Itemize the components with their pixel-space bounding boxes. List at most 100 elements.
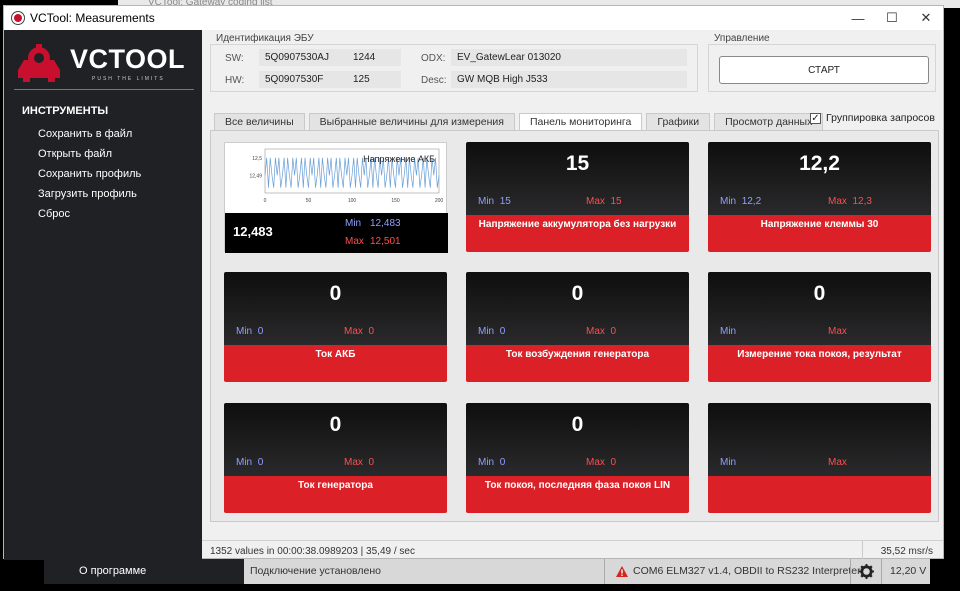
sidebar-divider bbox=[14, 89, 194, 90]
tile-label-bar bbox=[708, 476, 931, 513]
tile-label-bar: Измерение тока покоя, результат bbox=[708, 345, 931, 382]
minimize-button[interactable]: — bbox=[841, 6, 875, 30]
tile-max-label: Max bbox=[586, 326, 605, 337]
tile-name: Ток возбуждения генератора bbox=[505, 349, 650, 360]
logo: VCTOOL PUSH THE LIMITS bbox=[14, 42, 194, 86]
tile-max: Max 0 bbox=[586, 457, 616, 468]
sidebar-item-save-file[interactable]: Сохранить в файл bbox=[38, 128, 132, 140]
gear-icon[interactable] bbox=[859, 564, 874, 579]
tile-min: Min 15 bbox=[478, 196, 511, 207]
sidebar-item-save-profile[interactable]: Сохранить профиль bbox=[38, 168, 141, 180]
dashboard-panel: 0 50 100 150 200 12,5 12,49 Напряжение АКБ 12,4… bbox=[210, 130, 939, 522]
about-button[interactable]: О программе bbox=[44, 559, 244, 584]
tile-label-bar: Ток покоя, последняя фаза покоя LIN bbox=[466, 476, 689, 513]
status-msr-rate: 35,52 msr/s bbox=[880, 546, 933, 557]
desc-label: Desc: bbox=[421, 75, 447, 86]
tile-max-value: 0 bbox=[368, 457, 375, 468]
tile-display: 0 Min 0 Max 0 bbox=[224, 272, 447, 345]
ecu-identification-group: SW: 5Q0907530AJ 1244 ODX: EV_GatewLear 0… bbox=[210, 44, 698, 92]
grouping-checkbox[interactable]: ✓ bbox=[810, 112, 821, 124]
chart-x-tick: 0 bbox=[264, 198, 267, 204]
tile-display: 0 Min Max bbox=[708, 272, 931, 345]
tile-display: 0 Min 0 Max 0 bbox=[466, 272, 689, 345]
tile-max-label: Max bbox=[828, 326, 847, 337]
chart-x-tick: 200 bbox=[435, 198, 444, 204]
status-divider bbox=[862, 541, 863, 561]
sidebar-item-load-profile[interactable]: Загрузить профиль bbox=[38, 188, 137, 200]
tab-selected-values[interactable]: Выбранные величины для измерения bbox=[308, 113, 515, 130]
tab-graphs[interactable]: Графики bbox=[646, 113, 711, 130]
tile-label-bar: Напряжение клеммы 30 bbox=[708, 215, 931, 252]
tab-data-view[interactable]: Просмотр данных bbox=[714, 113, 824, 130]
generator-current-tile[interactable]: 0 Min 0 Max 0 Ток генератора bbox=[224, 403, 447, 513]
tile-min-value: 15 bbox=[499, 196, 511, 207]
quiescent-current-lin-tile[interactable]: 0 Min 0 Max 0 Ток покоя, последняя фаза пок… bbox=[466, 403, 689, 513]
connection-divider bbox=[881, 559, 882, 584]
tile-name: Измерение тока покоя, результат bbox=[737, 349, 902, 360]
chart-x-tick: 100 bbox=[348, 198, 357, 204]
tile-min: Min 0 bbox=[478, 457, 505, 468]
close-button[interactable]: ✕ bbox=[909, 6, 943, 30]
connection-bar: Подключение установлено COM6 ELM327 v1.4… bbox=[244, 559, 930, 584]
start-button[interactable]: СТАРТ bbox=[719, 56, 929, 84]
tile-min-value: 0 bbox=[257, 326, 264, 337]
grouping-checkbox-row[interactable]: ✓ Группировка запросов bbox=[810, 112, 935, 124]
battery-current-tile[interactable]: 0 Min 0 Max 0 Ток АКБ bbox=[224, 272, 447, 382]
tile-min: Min bbox=[720, 457, 742, 468]
tile-max-value: 15 bbox=[610, 196, 622, 207]
title-bar: VCTool: Measurements — ☐ ✕ bbox=[4, 6, 943, 30]
battery-voltage-no-load-tile[interactable]: 15 Min 15 Max 15 Напряжение аккумулятора бе… bbox=[466, 142, 689, 252]
battery-voltage-chart-tile[interactable]: 0 50 100 150 200 12,5 12,49 Напряжение АКБ 12,4… bbox=[224, 142, 448, 253]
tile-max: Max 15 bbox=[586, 196, 622, 207]
connection-divider bbox=[604, 559, 605, 584]
tile-display: 15 Min 15 Max 15 bbox=[466, 142, 689, 215]
quiescent-current-result-tile[interactable]: 0 Min Max Измерение тока покоя, результат bbox=[708, 272, 931, 382]
tile-max: Max 0 bbox=[586, 326, 616, 337]
tile-min-value: 0 bbox=[499, 457, 506, 468]
tile-value: 0 bbox=[329, 282, 342, 305]
tile-min: Min 0 bbox=[236, 457, 263, 468]
tile-min-value: 0 bbox=[499, 326, 506, 337]
tab-bar: Все величины Выбранные величины для изме… bbox=[214, 113, 827, 131]
tile-name: Напряжение аккумулятора без нагрузки bbox=[478, 219, 677, 230]
tile-min-label: Min bbox=[720, 326, 737, 337]
tile-value: 0 bbox=[813, 282, 826, 305]
tile-name: Ток покоя, последняя фаза покоя LIN bbox=[484, 480, 671, 491]
tile-min-label: Min bbox=[478, 457, 495, 468]
maximize-button[interactable]: ☐ bbox=[875, 6, 909, 30]
tile-max: Max 0 bbox=[344, 457, 374, 468]
chart-max-label: Max bbox=[345, 236, 364, 247]
tile-min-label: Min bbox=[720, 457, 737, 468]
app-icon bbox=[12, 12, 24, 24]
sw-field: 5Q0907530AJ bbox=[259, 49, 351, 66]
tile-label-bar: Напряжение аккумулятора без нагрузки bbox=[466, 215, 689, 252]
odx-field: EV_GatewLear 013020 bbox=[451, 49, 687, 66]
sidebar-item-reset[interactable]: Сброс bbox=[38, 208, 70, 220]
content-area: Идентификация ЭБУ SW: 5Q0907530AJ 1244 O… bbox=[202, 30, 943, 561]
tile-name: Ток АКБ bbox=[315, 349, 356, 360]
tab-dashboard[interactable]: Панель мониторинга bbox=[518, 113, 643, 131]
generator-field-current-tile[interactable]: 0 Min 0 Max 0 Ток возбуждения генератора bbox=[466, 272, 689, 382]
chart-title: Напряжение АКБ bbox=[363, 154, 435, 164]
ecu-group-title: Идентификация ЭБУ bbox=[216, 33, 314, 44]
tile-max-value: 12,3 bbox=[852, 196, 872, 207]
terminal-30-voltage-tile[interactable]: 12,2 Min 12,2 Max 12,3 Напряжение клеммы 30 bbox=[708, 142, 931, 252]
sw-label: SW: bbox=[225, 53, 244, 64]
tile-max-value: 0 bbox=[368, 326, 375, 337]
warning-icon bbox=[616, 566, 628, 577]
tile-display: 0 Min 0 Max 0 bbox=[466, 403, 689, 476]
tile-min: Min bbox=[720, 326, 742, 337]
connection-interface-row: COM6 ELM327 v1.4, OBDII to RS232 Interpr… bbox=[616, 559, 861, 584]
tile-display: 0 Min 0 Max 0 bbox=[224, 403, 447, 476]
tile-display: Min Max bbox=[708, 403, 931, 476]
tile-max: Max 12,3 bbox=[828, 196, 872, 207]
car-gear-logo-icon bbox=[18, 44, 60, 82]
tile-max: Max bbox=[828, 457, 852, 468]
sidebar-item-open-file[interactable]: Открыть файл bbox=[38, 148, 112, 160]
status-bar: 1352 values in 00:00:38.0989203 | 35,49 … bbox=[202, 540, 943, 561]
tile-value: 0 bbox=[571, 282, 584, 305]
brand-name: VCTOOL bbox=[70, 44, 186, 74]
tile-max-value: 0 bbox=[610, 457, 617, 468]
tab-all-values[interactable]: Все величины bbox=[214, 113, 305, 130]
empty-tile[interactable]: Min Max bbox=[708, 403, 931, 513]
